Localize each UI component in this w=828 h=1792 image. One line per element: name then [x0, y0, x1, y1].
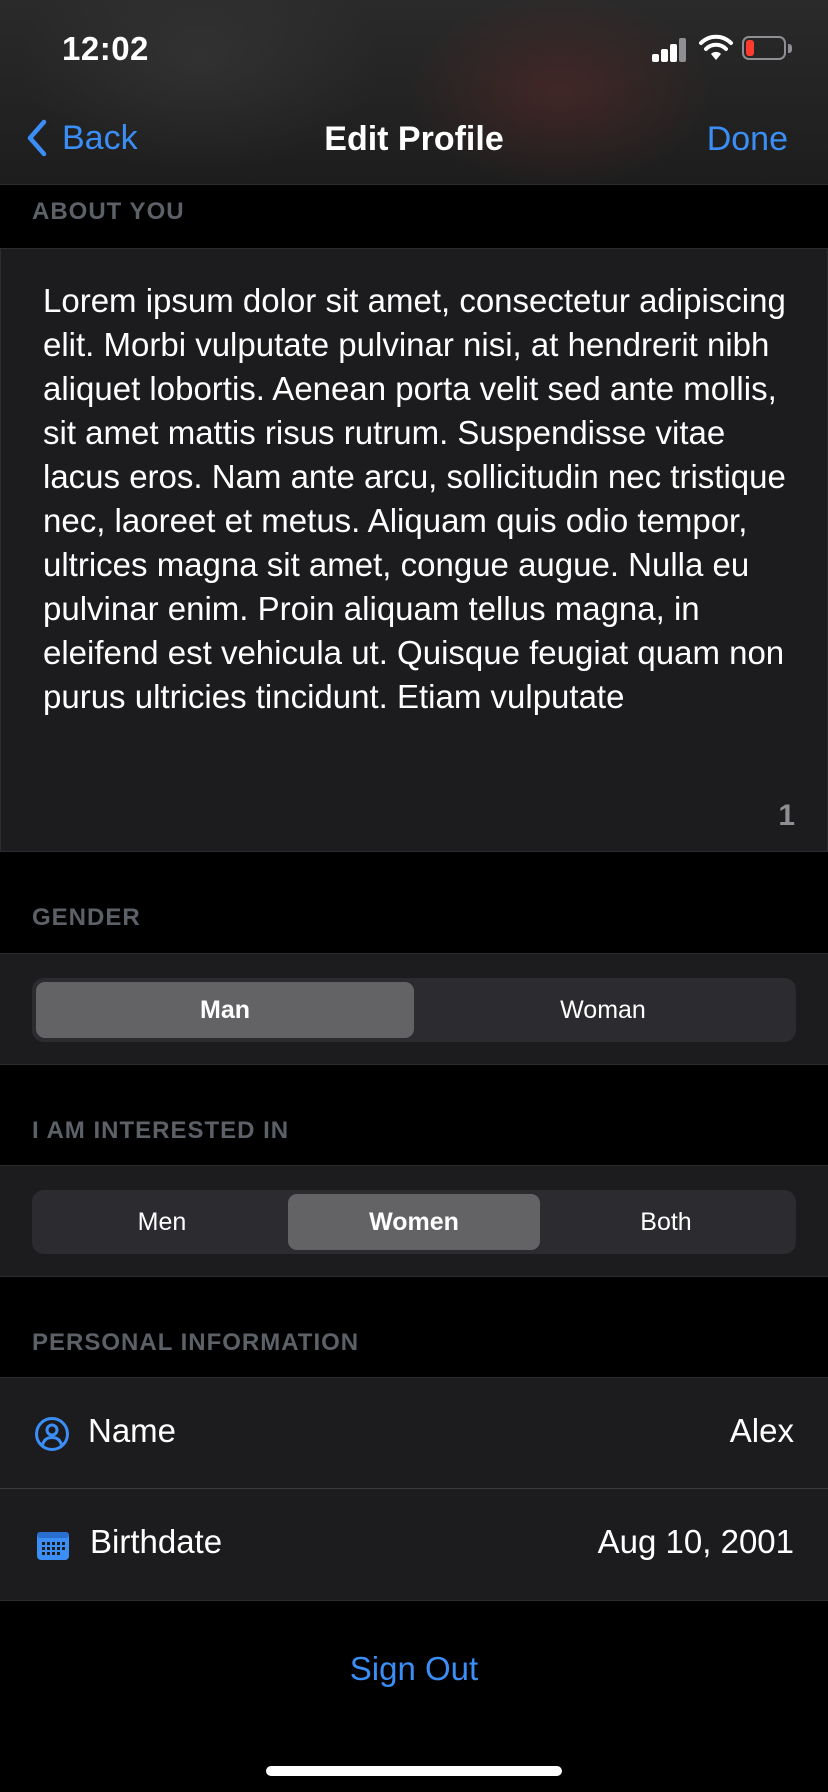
about-text: Lorem ipsum dolor sit amet, consectetur …	[43, 282, 786, 715]
gender-group: Man Woman	[0, 953, 828, 1065]
about-section-label: ABOUT YOU	[32, 198, 185, 225]
home-indicator	[266, 1766, 562, 1776]
back-label: Back	[62, 118, 138, 157]
gender-segmented-control: Man Woman	[32, 978, 796, 1042]
calendar-icon	[37, 1532, 69, 1560]
cellular-signal-icon	[652, 38, 688, 62]
name-row[interactable]: Name Alex	[0, 1378, 828, 1489]
interested-option-women[interactable]: Women	[288, 1194, 540, 1250]
interested-group: Men Women Both	[0, 1165, 828, 1277]
person-circle-icon	[35, 1417, 69, 1451]
name-label: Name	[88, 1412, 177, 1449]
interested-option-men[interactable]: Men	[36, 1194, 288, 1250]
name-value: Alex	[729, 1412, 794, 1449]
chevron-left-icon	[27, 119, 47, 157]
gender-option-man[interactable]: Man	[36, 982, 414, 1038]
interested-section-label: I AM INTERESTED IN	[32, 1117, 290, 1144]
interested-option-both[interactable]: Both	[540, 1194, 792, 1250]
birthdate-label: Birthdate	[90, 1523, 223, 1560]
personal-info-group: Name Alex Birthdate Aug 10, 2001	[0, 1377, 828, 1601]
back-button[interactable]: Back	[24, 118, 138, 158]
about-textarea[interactable]: Lorem ipsum dolor sit amet, consectetur …	[0, 248, 828, 852]
sign-out-button[interactable]: Sign Out	[0, 1650, 828, 1688]
wifi-icon	[699, 34, 733, 60]
gender-section-label: GENDER	[32, 904, 141, 931]
personal-section-label: PERSONAL INFORMATION	[32, 1329, 360, 1356]
status-time: 12:02	[62, 30, 149, 67]
birthdate-row[interactable]: Birthdate Aug 10, 2001	[0, 1489, 828, 1599]
navigation-header: 12:02 Back Edit Profile Done	[0, 0, 828, 185]
interested-segmented-control: Men Women Both	[32, 1190, 796, 1254]
battery-low-icon	[742, 36, 792, 62]
birthdate-value: Aug 10, 2001	[597, 1523, 794, 1560]
char-count: 1	[778, 799, 795, 832]
gender-option-woman[interactable]: Woman	[414, 982, 792, 1038]
done-button[interactable]: Done	[707, 120, 788, 159]
